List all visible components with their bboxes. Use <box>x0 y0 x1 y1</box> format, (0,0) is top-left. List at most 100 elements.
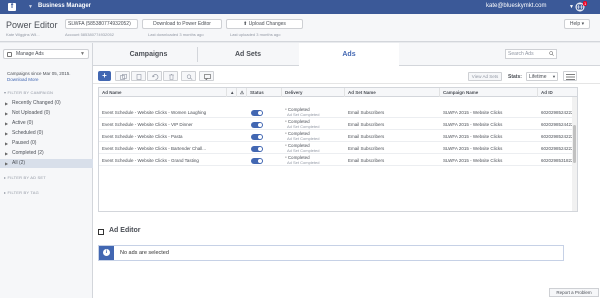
table-row[interactable]: Event Schedule - Website Clicks - Women … <box>99 107 577 118</box>
editor-panel-icon <box>98 229 104 235</box>
report-problem-button[interactable]: Report a Problem <box>549 288 599 297</box>
search-ads-input[interactable]: Search Ads <box>505 49 557 59</box>
adset-name-cell[interactable]: Email Subscribers <box>345 119 440 130</box>
filter-paused[interactable]: ▶ Paused (0) <box>0 139 93 148</box>
table-row[interactable]: Event Schedule - Website Clicks - Pasta … <box>99 131 577 142</box>
filter-not-uploaded[interactable]: ▶ Not Uploaded (0) <box>0 109 93 118</box>
upload-changes-button[interactable]: ⬆ Upload Changes <box>226 19 303 29</box>
delete-button[interactable] <box>163 71 178 81</box>
view-adsets-button[interactable]: View Ad Sets <box>468 72 502 81</box>
no-selection-notice: i No ads are selected <box>98 245 564 261</box>
expand-triangle-icon: ▶ <box>5 161 9 166</box>
table-row[interactable]: Event Schedule - Website Clicks - VIP Di… <box>99 119 577 130</box>
download-button[interactable]: Download to Power Editor <box>142 19 222 29</box>
adset-name-cell[interactable]: Email Subscribers <box>345 107 440 118</box>
duplicate-button[interactable] <box>115 71 130 81</box>
filter-completed[interactable]: ▶ Completed (2) <box>0 149 93 158</box>
status-toggle[interactable] <box>251 122 263 128</box>
business-manager-title[interactable]: Business Manager <box>38 3 91 9</box>
info-icon: i <box>103 249 110 256</box>
facebook-logo[interactable]: f <box>8 3 16 11</box>
stats-range-select[interactable]: Lifetime ▼ <box>526 72 558 81</box>
campaign-name-cell[interactable]: SLWFA 2015 - Website Clicks <box>440 143 538 154</box>
chat-icon <box>204 74 211 80</box>
notification-count-badge: 1 <box>583 1 588 6</box>
ads-toolbar: + View Ad Sets Stats: Lifetime ▼ <box>93 68 600 84</box>
adset-name-cell[interactable]: Email Subscribers <box>345 155 440 166</box>
tab-adsets[interactable]: Ad Sets <box>198 43 298 66</box>
campaign-name-cell[interactable]: SLWFA 2015 - Website Clicks <box>440 107 538 118</box>
ad-id-cell: 6020298531822 <box>541 158 574 163</box>
chat-button[interactable] <box>199 71 214 81</box>
app-title: Power Editor <box>6 20 58 30</box>
manage-ads-button[interactable]: Manage Ads ▼ <box>3 49 89 59</box>
column-header-delivery[interactable]: Delivery <box>282 88 345 97</box>
download-more-link[interactable]: Download More <box>7 77 39 82</box>
adset-name-cell[interactable]: Email Subscribers <box>345 143 440 154</box>
campaign-name-cell[interactable]: SLWFA 2015 - Website Clicks <box>440 119 538 130</box>
download-status: Last downloaded 3 months ago <box>148 32 204 37</box>
help-button[interactable]: Help ▾ <box>564 19 590 29</box>
revert-button[interactable] <box>147 71 162 81</box>
tab-ads[interactable]: Ads <box>299 43 399 67</box>
preview-button[interactable] <box>181 71 196 81</box>
status-cell <box>247 131 282 142</box>
help-label: Help <box>569 21 581 27</box>
main-panel: Campaigns Ad Sets Ads Search Ads + View … <box>93 43 600 298</box>
scrollbar-thumb[interactable] <box>573 125 576 163</box>
campaigns-since-text: Campaigns since Mar 05, 2015. <box>7 71 71 76</box>
delivery-cell: CompletedAd Set Completed <box>282 107 345 118</box>
ad-id-cell: 6020298524222 <box>541 134 574 139</box>
adset-name-cell[interactable]: Email Subscribers <box>345 131 440 142</box>
search-icon <box>549 51 554 56</box>
undo-icon <box>152 74 159 80</box>
status-cell <box>247 155 282 166</box>
filter-by-adset-header[interactable]: ▸ FILTER BY AD SET <box>0 175 93 180</box>
preview-icon <box>186 74 193 80</box>
filter-recently-changed[interactable]: ▶ Recently Changed (0) <box>0 99 93 108</box>
filter-by-tag-header[interactable]: ▸ FILTER BY TAG <box>0 190 93 195</box>
status-toggle[interactable] <box>251 158 263 164</box>
ad-name-cell[interactable]: Event Schedule - Website Clicks - Barten… <box>99 143 227 154</box>
column-header-ad-id[interactable]: Ad ID <box>538 88 577 97</box>
status-toggle[interactable] <box>251 110 263 116</box>
ad-name-cell[interactable]: Event Schedule - Website Clicks - VIP Di… <box>99 119 227 130</box>
filter-all[interactable]: ▶ All (2) <box>0 159 93 168</box>
ad-id-cell: 6020298524222 <box>541 110 574 115</box>
ad-name-cell[interactable]: Event Schedule - Website Clicks - Women … <box>99 107 227 118</box>
columns-button[interactable] <box>563 71 577 81</box>
ad-id-cell: 6020298524222 <box>541 146 574 151</box>
user-email[interactable]: kate@blueskymkt.com <box>486 3 546 9</box>
ad-name-cell[interactable]: Event Schedule - Website Clicks - Grand … <box>99 155 227 166</box>
status-toggle[interactable] <box>251 134 263 140</box>
user-menu-caret-icon[interactable]: ▼ <box>569 4 574 10</box>
create-ad-button[interactable]: + <box>98 71 111 81</box>
account-select[interactable]: SLWFA (585380774932052) <box>65 19 138 29</box>
column-header-adset-name[interactable]: Ad Set Name <box>345 88 440 97</box>
ad-name-cell[interactable]: Event Schedule - Website Clicks - Pasta <box>99 131 227 142</box>
manage-ads-label: Manage Ads <box>16 51 44 57</box>
warning-icon: ▲ <box>230 90 235 95</box>
table-header: Ad Name ▲ ⚠ Status Delivery Ad Set Name … <box>99 88 577 97</box>
filter-scheduled[interactable]: ▶ Scheduled (0) <box>0 129 93 138</box>
column-header-error: ⚠ <box>237 88 247 97</box>
filter-by-campaign-header[interactable]: ▾ FILTER BY CAMPAIGN <box>0 90 93 95</box>
status-toggle[interactable] <box>251 146 263 152</box>
copy-button[interactable] <box>131 71 146 81</box>
column-header-status[interactable]: Status <box>247 88 282 97</box>
column-header-ad-name[interactable]: Ad Name <box>99 88 227 97</box>
campaign-name-cell[interactable]: SLWFA 2015 - Website Clicks <box>440 155 538 166</box>
columns-icon <box>566 74 575 80</box>
menu-caret-icon[interactable]: ▼ <box>28 4 33 10</box>
expand-triangle-icon: ▶ <box>5 111 9 116</box>
campaign-name-cell[interactable]: SLWFA 2015 - Website Clicks <box>440 131 538 142</box>
delivery-cell: CompletedAd Set Completed <box>282 155 345 166</box>
table-scrollbar[interactable] <box>572 97 577 211</box>
table-row[interactable]: Event Schedule - Website Clicks - Grand … <box>99 155 577 166</box>
filter-active[interactable]: ▶ Active (0) <box>0 119 93 128</box>
table-row[interactable]: Event Schedule - Website Clicks - Barten… <box>99 143 577 154</box>
upload-label: Upload Changes <box>248 21 286 27</box>
status-cell <box>247 107 282 118</box>
tab-campaigns[interactable]: Campaigns <box>101 43 196 66</box>
column-header-campaign-name[interactable]: Campaign Name <box>440 88 538 97</box>
